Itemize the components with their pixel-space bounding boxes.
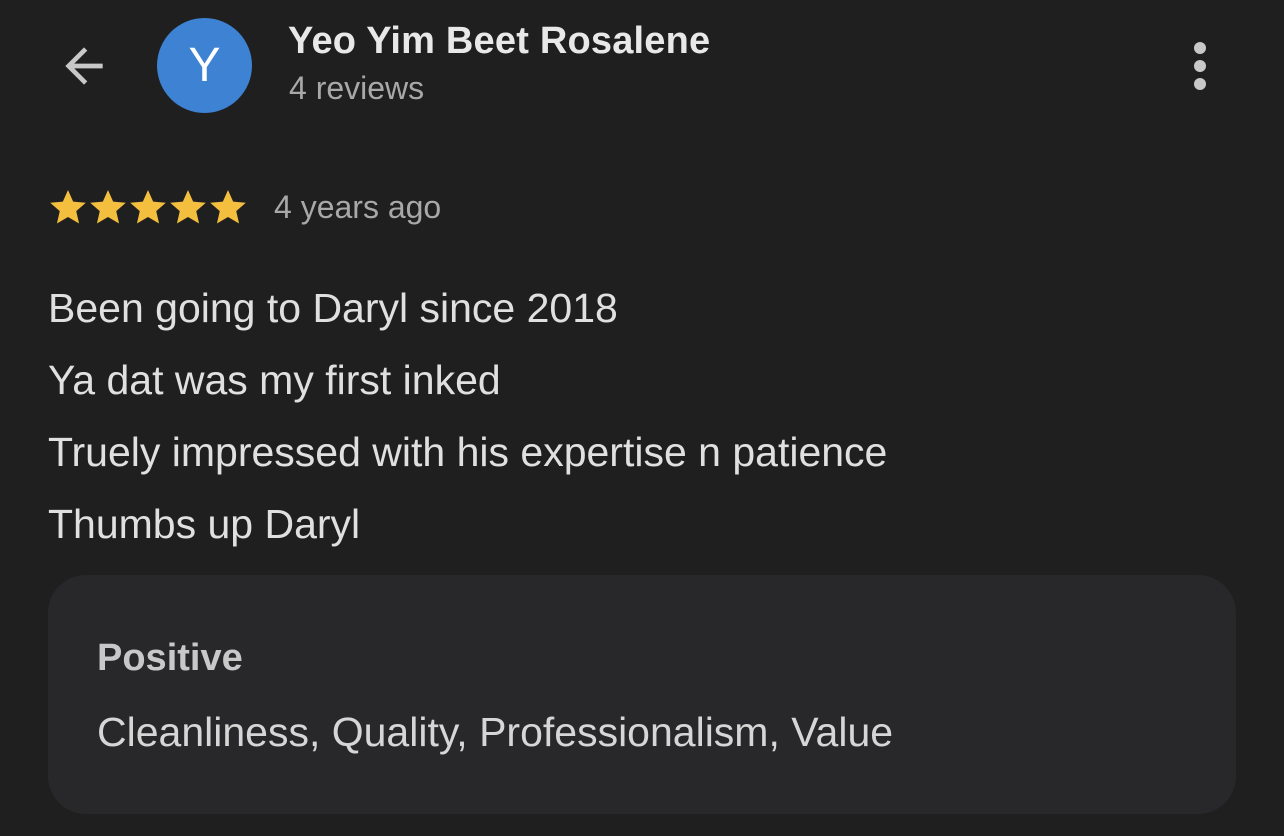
reviewer-header: Y Yeo Yim Beet Rosalene 4 reviews <box>0 0 1284 140</box>
star-icon <box>50 190 86 224</box>
star-icon <box>170 190 206 224</box>
rating-row: 4 years ago <box>48 184 441 230</box>
review-line: Ya dat was my first inked <box>48 357 501 403</box>
back-button[interactable] <box>50 32 118 100</box>
star-icon <box>90 190 126 224</box>
highlights-title: Positive <box>97 637 243 679</box>
more-vertical-icon <box>1194 42 1206 90</box>
more-options-button[interactable] <box>1170 34 1230 98</box>
highlights-card: Positive Cleanliness, Quality, Professio… <box>48 575 1236 814</box>
review-line: Thumbs up Daryl <box>48 501 361 547</box>
star-icon <box>210 190 246 224</box>
review-line: Been going to Daryl since 2018 <box>48 285 618 331</box>
star-rating <box>48 187 248 227</box>
star-icon <box>130 190 166 224</box>
arrow-left-icon <box>65 47 103 85</box>
reviewer-name[interactable]: Yeo Yim Beet Rosalene <box>288 20 710 63</box>
review-date: 4 years ago <box>274 188 442 225</box>
highlights-text: Cleanliness, Quality, Professionalism, V… <box>97 709 894 755</box>
review-text: Been going to Daryl since 2018 Ya dat wa… <box>48 272 1228 560</box>
review-line: Truely impressed with his expertise n pa… <box>48 429 888 475</box>
avatar-initial: Y <box>188 38 221 92</box>
avatar[interactable]: Y <box>157 18 252 113</box>
review-count: 4 reviews <box>289 70 425 106</box>
